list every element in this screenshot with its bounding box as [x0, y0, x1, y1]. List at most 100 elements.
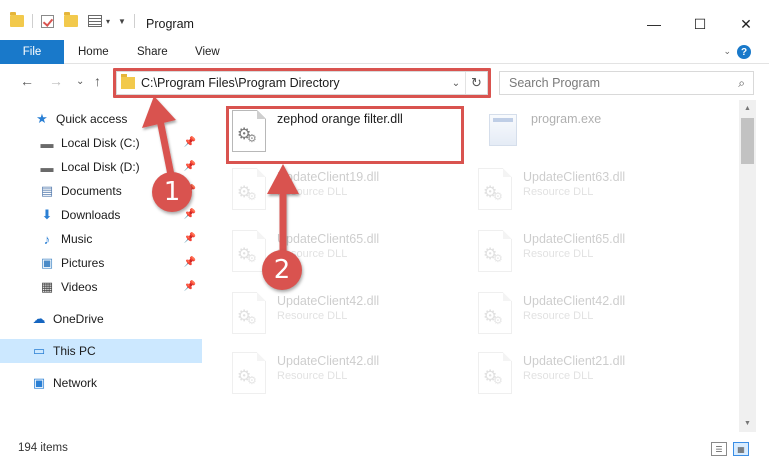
scrollbar-thumb[interactable] [741, 118, 754, 164]
tab-file[interactable]: File [0, 40, 64, 64]
dll-file-icon: ⚙ ⚙ [229, 292, 269, 338]
expand-ribbon-icon[interactable]: ⌄ [723, 46, 731, 57]
tab-view[interactable]: View [195, 40, 220, 64]
window-controls: — ☐ ✕ [631, 10, 769, 38]
quick-access-toolbar: ▾ ▼ [10, 12, 139, 28]
sidebar-item-label: Quick access [56, 112, 128, 126]
file-name: UpdateClient63.dll [523, 170, 626, 184]
pin-icon[interactable]: 📌 [184, 257, 196, 268]
toolbar-divider [133, 14, 135, 28]
dll-file-icon: ⚙ ⚙ [229, 110, 269, 156]
address-bar[interactable]: C:\Program Files\Program Directory ⌄ ↻ [116, 71, 488, 95]
details-view-icon[interactable]: ☰ [711, 442, 727, 456]
window-title: Program [146, 17, 194, 31]
customize-toolbar-icon[interactable]: ▼ [118, 17, 126, 26]
sidebar-item-label: Pictures [61, 256, 105, 270]
sidebar-item-label: Videos [61, 280, 98, 294]
list-item[interactable]: ⚙ ⚙ UpdateClient19.dll Resource DLL [229, 162, 469, 214]
sidebar-item-label: Local Disk (C:) [61, 136, 140, 150]
drive-icon: ▬ [40, 135, 54, 151]
back-icon[interactable]: ← [20, 73, 34, 89]
list-item[interactable]: ⚙ ⚙ UpdateClient21.dll Resource DLL [475, 346, 715, 398]
maximize-button[interactable]: ☐ [677, 10, 723, 38]
sidebar-item-label: Network [53, 376, 98, 390]
sidebar-item-label: Local Disk (D:) [61, 160, 140, 174]
file-type: Resource DLL [277, 370, 348, 382]
star-icon: ★ [36, 111, 48, 126]
sidebar-item-pictures[interactable]: ▣ Pictures 📌 [0, 251, 202, 275]
folder-icon [10, 12, 24, 27]
pin-icon[interactable]: 📌 [184, 233, 196, 244]
list-item[interactable]: ⚙ ⚙ UpdateClient42.dll Resource DLL [229, 346, 469, 398]
large-icons-view-icon[interactable]: ▦ [733, 442, 749, 456]
videos-icon: ▦ [40, 279, 54, 294]
file-type: Resource DLL [277, 310, 348, 322]
file-type: Resource DLL [277, 186, 348, 198]
up-icon[interactable]: ↑ [94, 73, 101, 89]
dll-file-icon: ⚙ ⚙ [475, 292, 515, 338]
properties-icon[interactable] [88, 15, 102, 27]
file-name: program.exe [531, 112, 602, 126]
tab-home[interactable]: Home [78, 40, 109, 64]
list-item[interactable]: ⚙ ⚙ UpdateClient63.dll Resource DLL [475, 162, 715, 214]
list-item-zephod-dll[interactable]: ⚙ ⚙ zephod orange filter.dll [229, 104, 469, 156]
minimize-button[interactable]: — [631, 10, 677, 38]
sidebar-item-videos[interactable]: ▦ Videos 📌 [0, 275, 202, 299]
new-folder-icon[interactable] [64, 12, 78, 27]
pin-icon[interactable]: 📌 [184, 137, 196, 148]
sidebar-item-label: OneDrive [53, 312, 104, 326]
file-type: Resource DLL [523, 310, 594, 322]
ribbon-tabs: File Home Share View ⌄ ? [0, 40, 769, 64]
dll-file-icon: ⚙ ⚙ [475, 352, 515, 398]
address-dropdown-icon[interactable]: ⌄ [447, 78, 465, 89]
title-bar: ▾ ▼ Program — ☐ ✕ [0, 0, 769, 40]
forward-icon[interactable]: → [49, 73, 63, 89]
dll-file-icon: ⚙ ⚙ [475, 168, 515, 214]
sidebar-item-label: Downloads [61, 208, 121, 222]
step-1-badge: 1 [152, 172, 192, 212]
customize-toolbar-caret-icon[interactable]: ▾ [106, 17, 110, 26]
list-item[interactable]: ⚙ ⚙ UpdateClient65.dll Resource DLL [475, 224, 715, 276]
file-name: UpdateClient19.dll [277, 170, 380, 184]
computer-icon: ▭ [32, 343, 46, 358]
search-icon[interactable]: ⌕ [738, 76, 745, 91]
status-bar: 194 items ☰ ▦ [0, 432, 769, 473]
sidebar-item-onedrive[interactable]: ☁ OneDrive [0, 307, 202, 331]
list-item[interactable]: ⚙ ⚙ UpdateClient42.dll Resource DLL [475, 286, 715, 338]
sidebar-item-label: Music [61, 232, 93, 246]
dll-file-icon: ⚙ ⚙ [475, 230, 515, 276]
list-item[interactable]: ⚙ ⚙ UpdateClient42.dll Resource DLL [229, 286, 469, 338]
file-name: UpdateClient65.dll [523, 232, 626, 246]
navigation-pane: ★ Quick access ▬ Local Disk (C:) 📌 ▬ Loc… [0, 100, 202, 432]
vertical-scrollbar[interactable]: ▲ ▼ [739, 100, 756, 432]
sidebar-item-music[interactable]: ♪ Music 📌 [0, 227, 202, 251]
file-name: UpdateClient21.dll [523, 354, 626, 368]
properties-check-icon[interactable] [41, 14, 54, 28]
address-path[interactable]: C:\Program Files\Program Directory [141, 76, 447, 90]
refresh-icon[interactable]: ↻ [465, 72, 487, 94]
toolbar-divider [32, 14, 33, 28]
list-item-program-exe[interactable]: program.exe [483, 104, 723, 156]
scroll-up-icon[interactable]: ▲ [739, 100, 756, 117]
scroll-down-icon[interactable]: ▼ [739, 415, 756, 432]
file-name: UpdateClient42.dll [277, 354, 380, 368]
sidebar-item-local-disk-c[interactable]: ▬ Local Disk (C:) 📌 [0, 131, 202, 155]
pin-icon[interactable]: 📌 [184, 281, 196, 292]
sidebar-item-quick-access[interactable]: ★ Quick access [0, 107, 202, 131]
pin-icon[interactable]: 📌 [184, 209, 196, 220]
pin-icon[interactable]: 📌 [184, 161, 196, 172]
cloud-icon: ☁ [32, 311, 46, 326]
tab-share[interactable]: Share [137, 40, 168, 64]
pictures-icon: ▣ [40, 255, 54, 270]
help-icon[interactable]: ? [737, 45, 751, 59]
file-name: UpdateClient42.dll [277, 294, 380, 308]
step-2-badge: 2 [262, 250, 302, 290]
sidebar-item-label: This PC [53, 344, 96, 358]
sidebar-item-this-pc[interactable]: ▭ This PC [0, 339, 202, 363]
search-input[interactable]: Search Program ⌕ [499, 71, 754, 95]
sidebar-item-network[interactable]: ▣ Network [0, 371, 202, 395]
view-switcher: ☰ ▦ [711, 442, 749, 456]
close-button[interactable]: ✕ [723, 10, 769, 38]
exe-file-icon [483, 110, 523, 156]
recent-locations-icon[interactable]: ⌄ [76, 76, 84, 87]
